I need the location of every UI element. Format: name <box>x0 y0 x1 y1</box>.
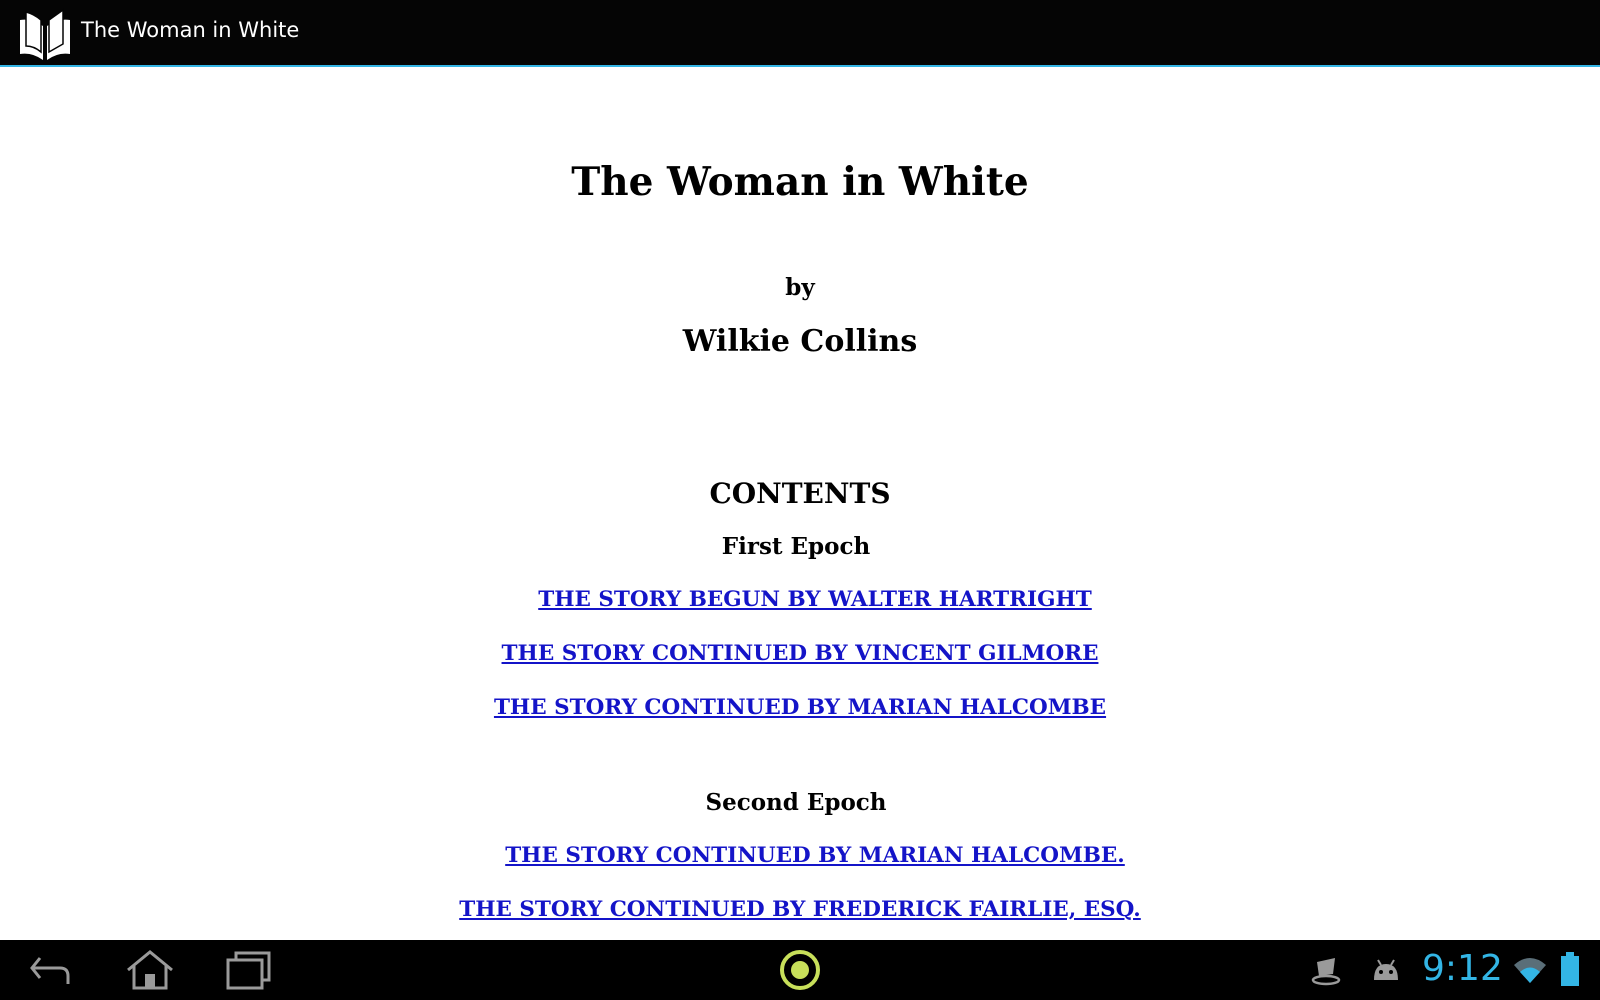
epoch-heading-first: First Epoch <box>721 533 871 560</box>
recent-apps-icon[interactable] <box>226 948 272 992</box>
toc-link[interactable]: THE STORY BEGUN BY WALTER HARTRIGHT <box>15 587 1600 612</box>
status-clock: 9:12 <box>1422 948 1503 989</box>
android-debug-icon <box>1370 956 1402 988</box>
wifi-icon <box>1512 955 1548 989</box>
battery-icon <box>1561 952 1579 990</box>
home-icon[interactable] <box>124 948 176 992</box>
epoch-heading-second: Second Epoch <box>705 789 887 816</box>
back-icon[interactable] <box>26 948 76 992</box>
app-title: The Woman in White <box>81 18 300 42</box>
toc-link[interactable]: THE STORY CONTINUED BY MARIAN HALCOMBE. <box>15 843 1600 868</box>
author-name: Wilkie Collins <box>682 324 918 359</box>
toc-link[interactable]: THE STORY CONTINUED BY FREDERICK FAIRLIE… <box>0 897 1600 922</box>
ring-icon[interactable] <box>778 948 822 992</box>
toc-link[interactable]: THE STORY CONTINUED BY VINCENT GILMORE <box>0 641 1600 666</box>
toc-link[interactable]: THE STORY CONTINUED BY MARIAN HALCOMBE <box>0 695 1600 720</box>
book-title: The Woman in White <box>571 159 1029 205</box>
by-line: by <box>785 274 815 301</box>
steam-icon <box>1311 954 1341 990</box>
book-content[interactable]: The Woman in White by Wilkie Collins CON… <box>0 67 1600 940</box>
contents-heading: CONTENTS <box>709 477 891 510</box>
open-book-icon[interactable] <box>16 8 74 62</box>
system-navigation-bar: 9:12 <box>0 940 1600 1000</box>
action-bar: The Woman in White <box>0 0 1600 67</box>
